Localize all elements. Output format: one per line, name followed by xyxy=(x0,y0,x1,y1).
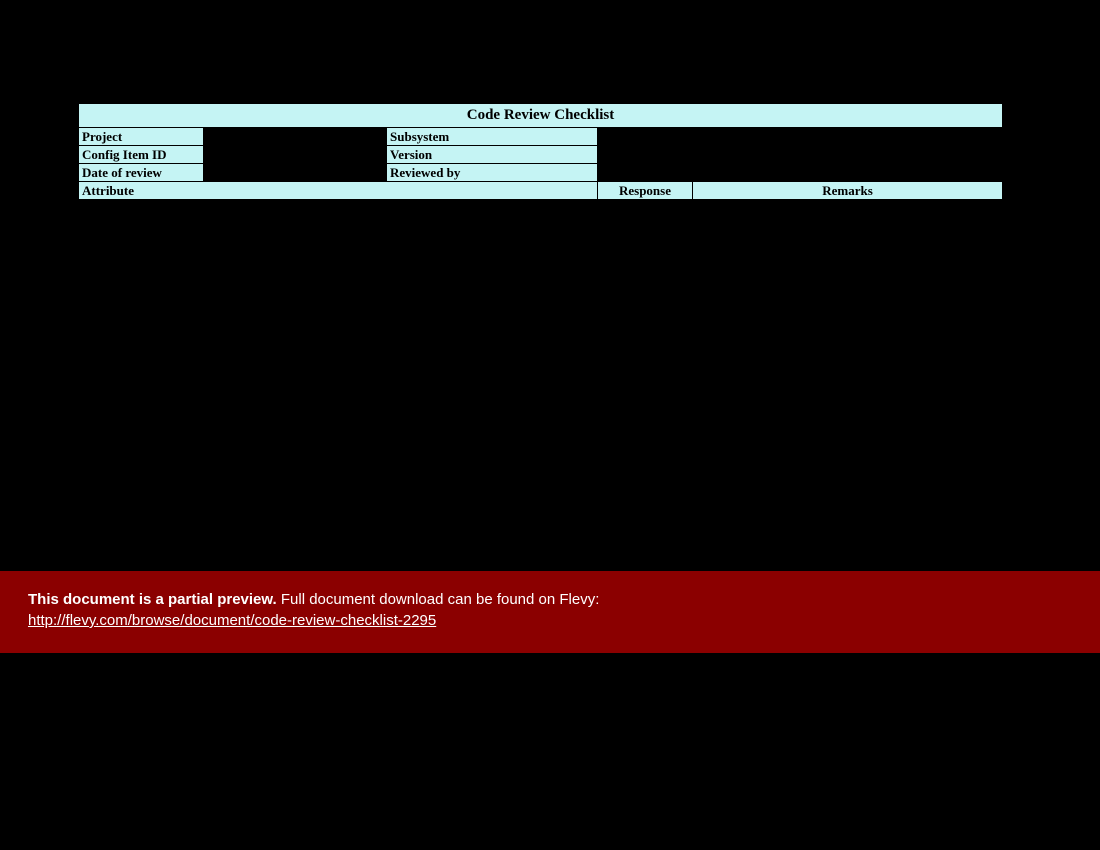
preview-banner: This document is a partial preview. Full… xyxy=(0,571,1100,653)
empty-cell xyxy=(598,164,1003,182)
meta-label-project: Project xyxy=(79,128,204,146)
banner-strong: This document is a partial preview. xyxy=(28,591,277,608)
meta-value-date xyxy=(204,164,387,182)
meta-label-reviewer: Reviewed by xyxy=(387,164,598,182)
column-header-response: Response xyxy=(598,182,693,200)
document-title: Code Review Checklist xyxy=(79,104,1003,128)
empty-cell xyxy=(598,146,1003,164)
meta-label-config-item: Config Item ID xyxy=(79,146,204,164)
meta-value-config-item xyxy=(204,146,387,164)
banner-link[interactable]: http://flevy.com/browse/document/code-re… xyxy=(28,612,436,629)
checklist-table: Code Review Checklist Project Subsystem … xyxy=(78,103,1003,200)
banner-text: This document is a partial preview. Full… xyxy=(28,591,599,608)
meta-label-version: Version xyxy=(387,146,598,164)
banner-rest: Full document download can be found on F… xyxy=(277,591,600,608)
column-header-remarks: Remarks xyxy=(693,182,1003,200)
meta-label-date: Date of review xyxy=(79,164,204,182)
checklist-sheet: Code Review Checklist Project Subsystem … xyxy=(78,103,1003,200)
meta-value-project xyxy=(204,128,387,146)
column-header-attribute: Attribute xyxy=(79,182,598,200)
meta-label-subsystem: Subsystem xyxy=(387,128,598,146)
empty-cell xyxy=(598,128,1003,146)
